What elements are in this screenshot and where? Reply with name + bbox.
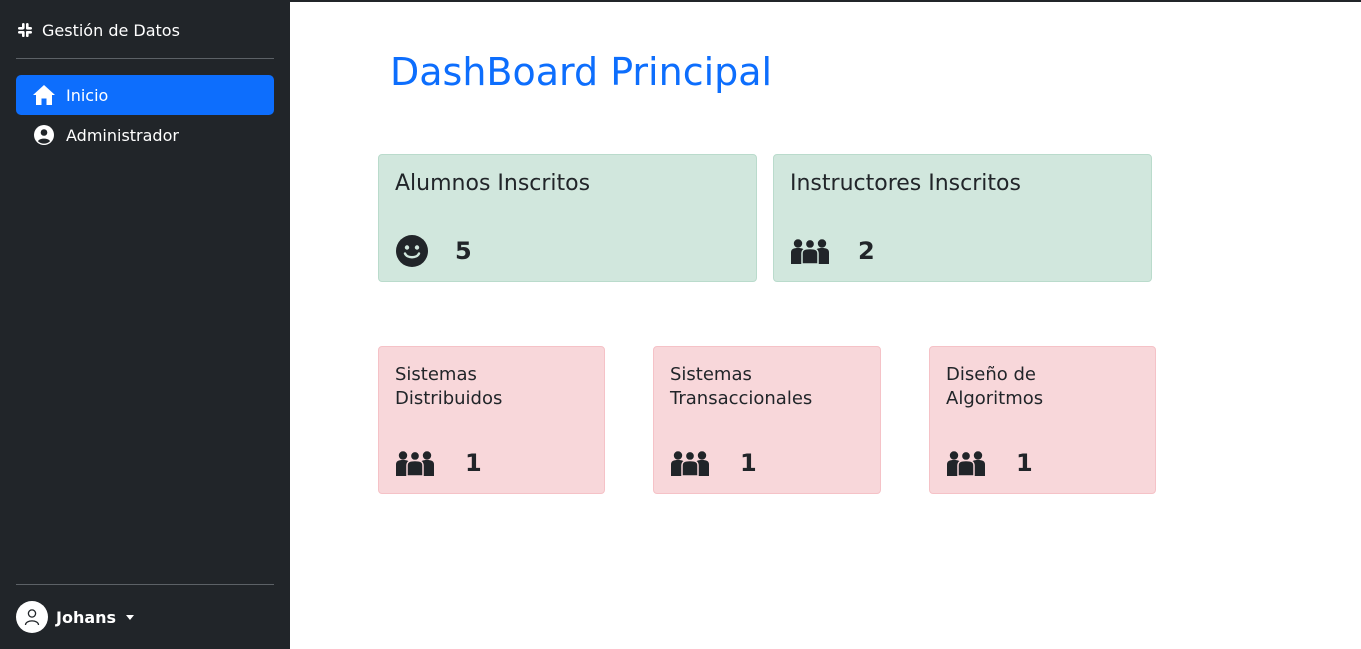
summary-card-instructores: Instructores Inscritos 2	[773, 154, 1152, 282]
group-icon	[670, 449, 710, 477]
user-name: Johans	[56, 607, 117, 627]
caret-down-icon	[126, 614, 135, 620]
sidebar-divider-bottom	[16, 584, 274, 585]
card-count: 1	[740, 449, 757, 477]
card-count: 1	[1016, 449, 1033, 477]
card-title: Instructores Inscritos	[790, 171, 1021, 196]
brand-label: Gestión de Datos	[42, 20, 180, 40]
card-title: Diseño de Algoritmos	[946, 364, 1044, 409]
sidebar-item-inicio[interactable]: Inicio	[16, 75, 274, 115]
card-title: Sistemas Transaccionales	[670, 364, 813, 409]
page-title: DashBoard Principal	[390, 50, 773, 94]
sidebar: Gestión de Datos Inicio Administrador Jo…	[0, 0, 290, 649]
course-card-diseno-de-algoritmos: Diseño de Algoritmos 1	[929, 346, 1156, 494]
user-circle-icon	[32, 124, 56, 146]
user-menu[interactable]: Johans	[16, 601, 135, 633]
summary-card-alumnos: Alumnos Inscritos 5	[378, 154, 757, 282]
smile-icon	[395, 235, 429, 267]
group-icon	[946, 449, 986, 477]
home-icon	[32, 84, 56, 106]
group-icon	[790, 237, 830, 265]
course-card-sistemas-distribuidos: Sistemas Distribuidos 1	[378, 346, 605, 494]
sidebar-nav: Inicio Administrador	[16, 75, 274, 155]
card-count: 1	[465, 449, 482, 477]
sidebar-divider	[16, 58, 274, 59]
card-count: 5	[455, 237, 472, 265]
course-card-sistemas-transaccionales: Sistemas Transaccionales 1	[653, 346, 881, 494]
card-title: Alumnos Inscritos	[395, 171, 591, 196]
sidebar-item-label: Inicio	[66, 85, 109, 105]
card-title: Sistemas Distribuidos	[395, 364, 503, 409]
brand[interactable]: Gestión de Datos	[16, 19, 180, 41]
sidebar-item-label: Administrador	[66, 125, 179, 145]
card-count: 2	[858, 237, 875, 265]
avatar	[16, 601, 48, 633]
sidebar-item-administrador[interactable]: Administrador	[16, 115, 274, 155]
group-icon	[395, 449, 435, 477]
person-icon	[24, 609, 40, 626]
slack-logo-icon	[16, 21, 34, 39]
